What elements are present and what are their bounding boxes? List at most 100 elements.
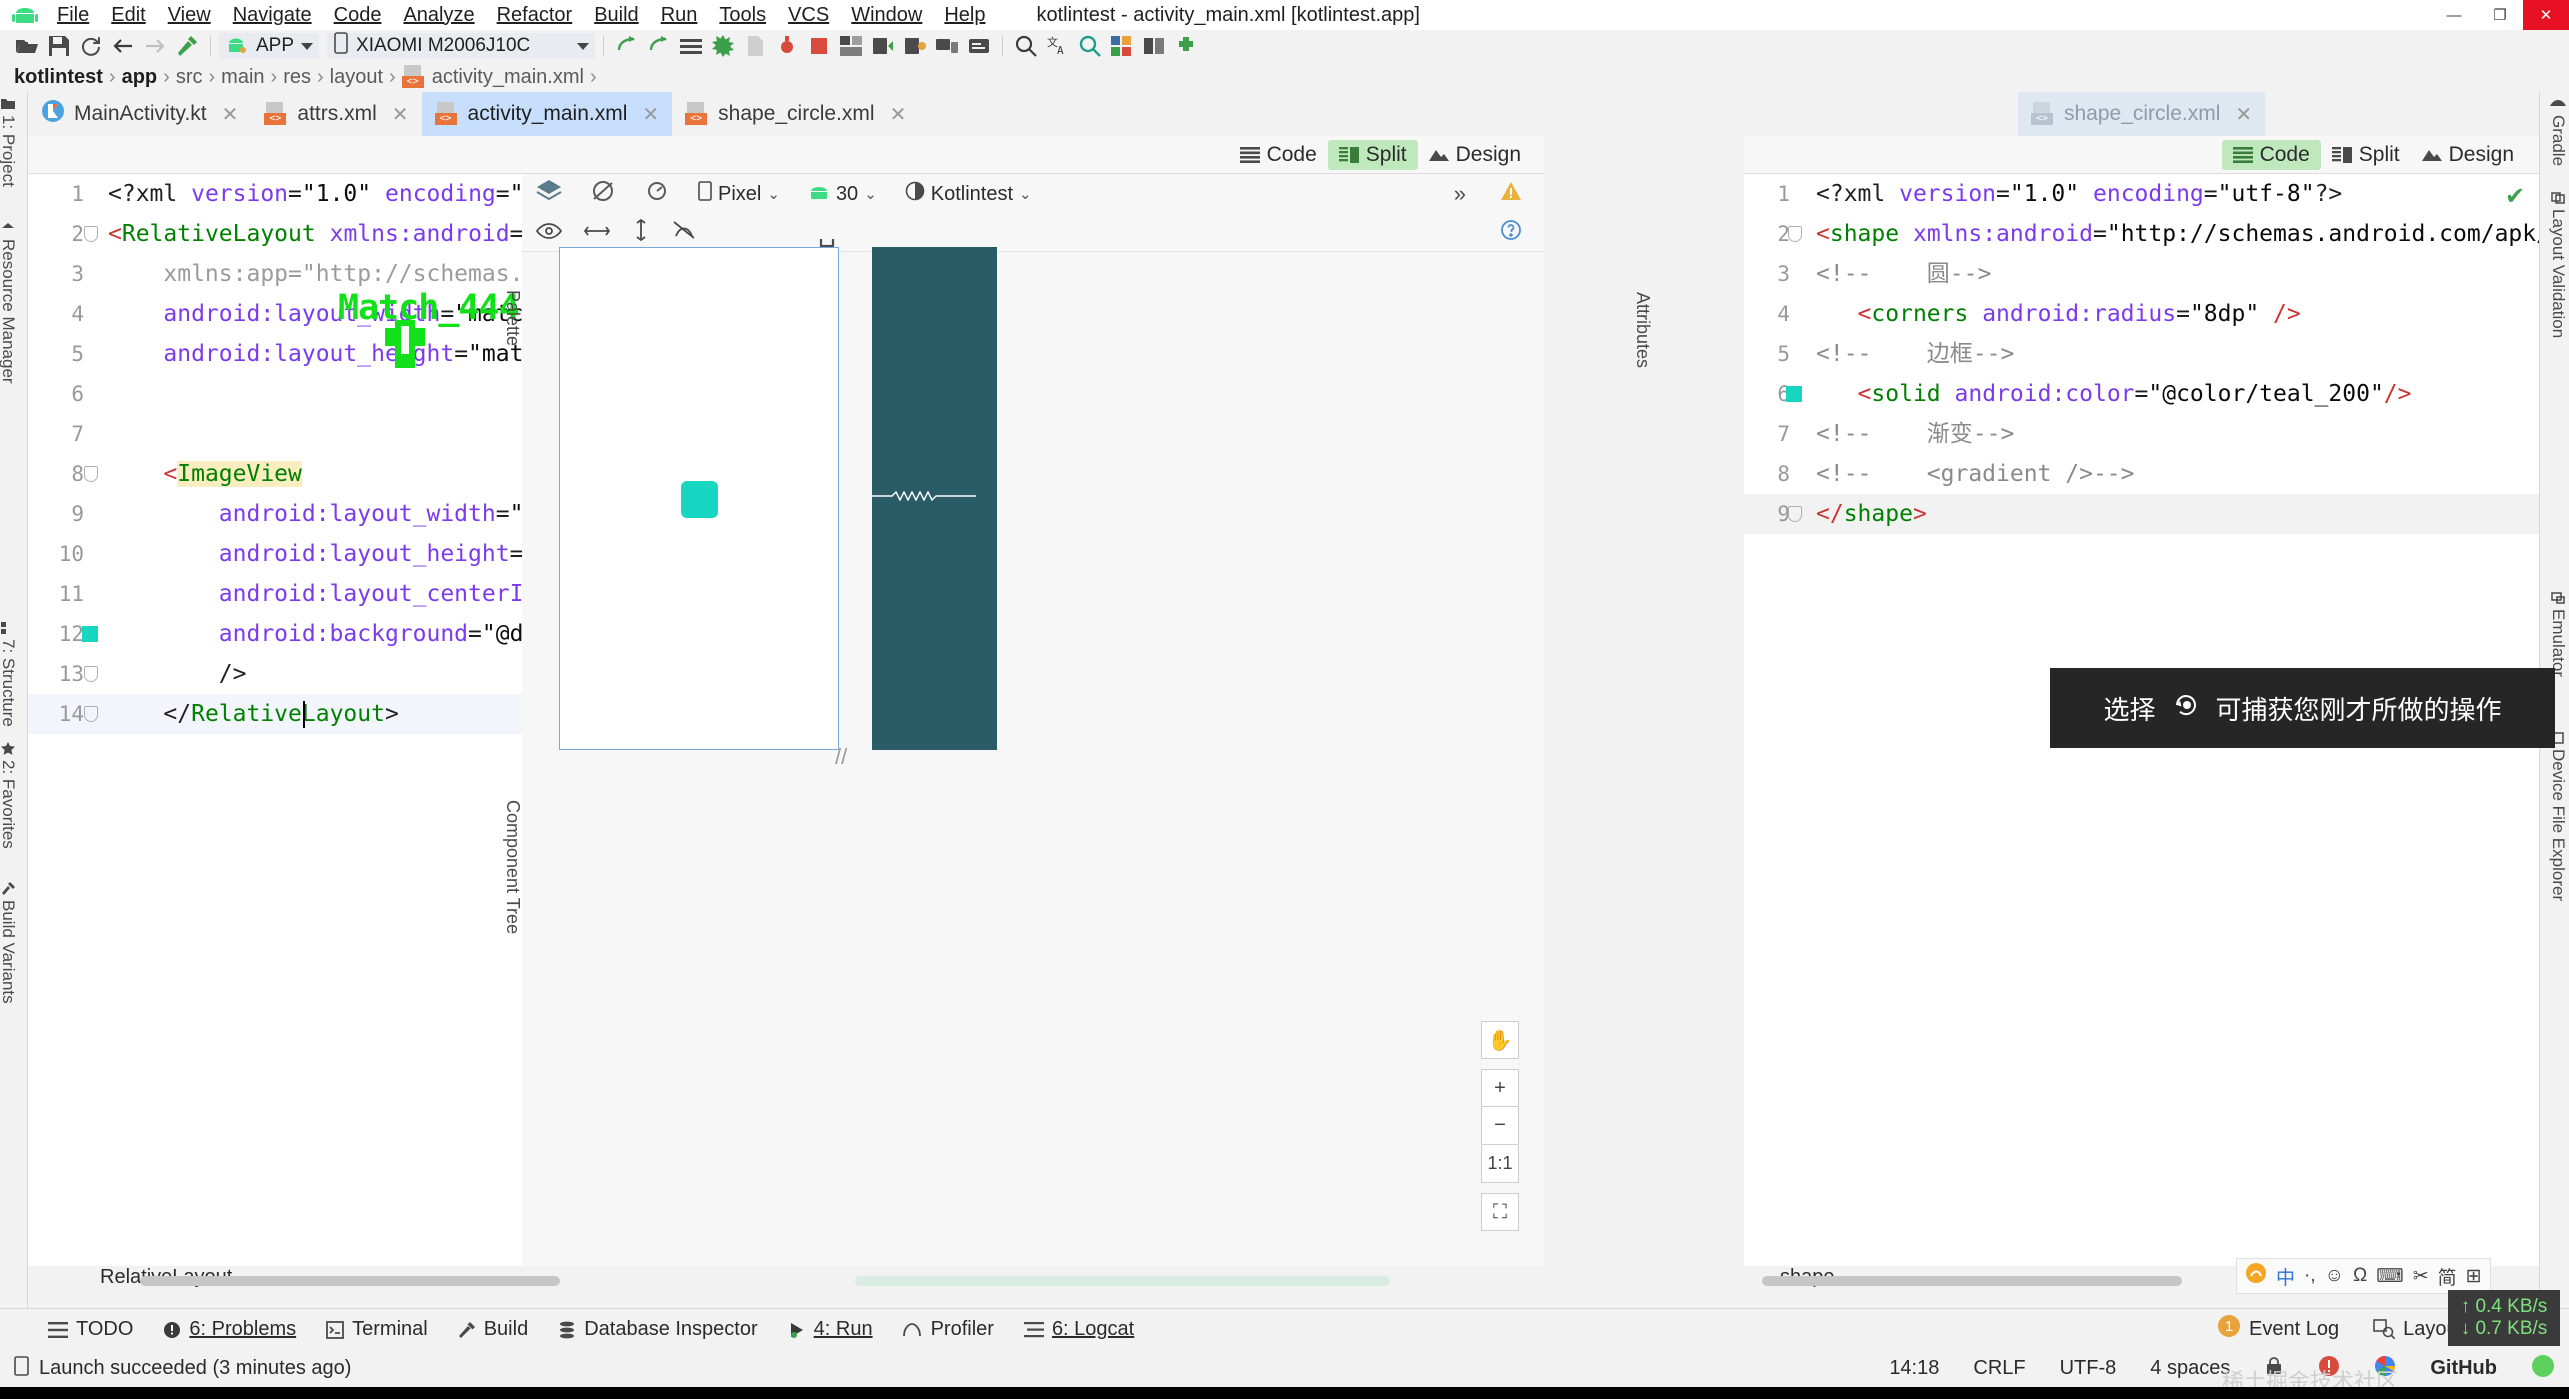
status-line-separator[interactable]: CRLF [1973,1357,2025,1380]
menu-item-run[interactable]: Run [650,1,709,30]
code-line[interactable]: 3 <!-- 圆--> [1744,254,2539,294]
profile-icon[interactable] [740,32,770,60]
sidebar-item-favorites[interactable]: 2: Favorites [0,742,18,849]
device-preview-frame[interactable] [559,247,839,750]
warning-triangle-icon[interactable] [1500,181,1522,207]
code-line[interactable]: 10 android:layout_height="50dp" [28,534,522,574]
mode-button-code[interactable]: Code [1229,140,1328,170]
stop-icon[interactable] [804,32,834,60]
ime-symbol-icon[interactable]: Ω [2353,1265,2367,1287]
ime-keyboard-icon[interactable]: ⌨ [2376,1265,2403,1288]
bottom-item-run[interactable]: 4: Run [788,1318,873,1341]
bottom-item-event-log[interactable]: 1 Event Log [2217,1314,2339,1344]
device-chip[interactable]: Pixel ⌄ [698,181,780,207]
ime-punct[interactable]: ·, [2304,1265,2316,1287]
breadcrumb-item-src[interactable]: src [176,66,203,89]
save-all-icon[interactable] [44,32,74,60]
database-icon[interactable] [1139,32,1169,60]
mode-button-design[interactable]: Design [1418,140,1532,170]
code-line[interactable]: 2 <RelativeLayout xmlns:android="http://s… [28,214,522,254]
layers-icon[interactable] [536,179,562,209]
open-folder-icon[interactable] [12,32,42,60]
menu-item-window[interactable]: Window [840,1,933,30]
sidebar-item-build-variants[interactable]: Build Variants [0,882,18,1004]
ime-simplified-icon[interactable]: 简 [2438,1263,2457,1290]
component-tree-label[interactable]: Component Tree [502,800,523,934]
attributes-label[interactable]: Attributes [1632,292,1653,368]
close-icon[interactable]: ✕ [642,102,659,127]
code-fold-icon[interactable] [84,226,98,242]
attach-debugger-icon[interactable] [772,32,802,60]
palette-label[interactable]: Palette [502,290,523,346]
code-line[interactable]: 6 <solid android:color="@color/teal_200"… [1744,374,2539,414]
ime-emoji-icon[interactable]: ☺ [2325,1265,2344,1287]
horizontal-constraint-icon[interactable] [583,220,611,246]
code-line[interactable]: 4 <corners android:radius="8dp" /> [1744,294,2539,334]
apply-code-changes-icon[interactable] [900,32,930,60]
breadcrumb-item-app[interactable]: app [122,66,158,89]
code-line[interactable]: 2 <shape xmlns:android="http://schemas.an… [1744,214,2539,254]
code-line[interactable]: 8 <ImageView [28,454,522,494]
code-line[interactable]: 1 <?xml version="1.0" encoding="utf-8"?> [1744,174,2539,214]
find-icon[interactable] [1075,32,1105,60]
code-line[interactable]: 9 android:layout_width="50dp" [28,494,522,534]
close-button[interactable]: ✕ [2523,0,2569,30]
chevron-down-icon[interactable]: ⌄ [1019,185,1032,203]
editor-tab-activity-main[interactable]: <> activity_main.xml ✕ [421,92,673,136]
orientation-icon[interactable] [644,179,670,209]
resize-handle[interactable]: // [835,744,847,770]
close-icon[interactable]: ✕ [222,102,239,127]
sidebar-item-project[interactable]: 1: Project [0,98,18,187]
menu-item-view[interactable]: View [157,1,222,30]
sidebar-item-emulator[interactable]: Emulator [2548,592,2568,677]
editor-tab-attrs[interactable]: <> attrs.xml ✕ [251,92,421,136]
mode-button-split-right[interactable]: Split [2321,140,2411,170]
bottom-item-database-inspector[interactable]: Database Inspector [558,1318,758,1341]
left-code-editor[interactable]: 1 <?xml version="1.0" encoding="utf-8"?> 2… [28,174,522,1266]
help-circle-icon[interactable] [1500,219,1522,247]
chevron-down-icon[interactable]: ⌄ [767,185,780,203]
device-selector[interactable]: XIAOMI M2006J10C [327,32,596,59]
ime-mode[interactable]: 中 [2276,1263,2295,1290]
status-encoding[interactable]: UTF-8 [2060,1357,2117,1380]
blueprint-preview-frame[interactable] [872,247,997,750]
bottom-item-build[interactable]: Build [458,1318,528,1341]
code-line[interactable]: 5 android:layout_height="match_parent"> [28,334,522,374]
sidebar-item-gradle[interactable]: Gradle [2548,98,2568,166]
zoom-out-button[interactable]: − [1481,1107,1519,1145]
code-line[interactable]: 6 [28,374,522,414]
code-line[interactable]: 5 <!-- 边框--> [1744,334,2539,374]
left-editor-hscrollbar[interactable] [140,1276,560,1286]
breadcrumb-item-res[interactable]: res [283,66,311,89]
breadcrumb-item-main[interactable]: main [221,66,264,89]
zoom-in-button[interactable]: + [1481,1069,1519,1107]
close-icon[interactable]: ✕ [890,102,907,127]
code-line[interactable]: 11 android:layout_centerInParent="true" [28,574,522,614]
layout-preview-canvas[interactable]: // ✋ + − 1:1 ⛶ [522,239,1544,1266]
build-hammer-icon[interactable] [172,32,202,60]
editor-tab-shape-circle-split[interactable]: <> shape_circle.xml ✕ [2018,92,2266,136]
maximize-button[interactable]: ❐ [2477,0,2523,30]
search-icon[interactable] [1011,32,1041,60]
zoom-actual-size-button[interactable]: 1:1 [1481,1145,1519,1183]
code-line[interactable]: 12 android:background="@drawable/shape_c… [28,614,522,654]
overflow-icon[interactable]: » [1454,181,1466,207]
breadcrumb-item-file[interactable]: activity_main.xml [432,66,584,89]
right-editor-hscrollbar[interactable] [1762,1276,2182,1286]
ime-floating-bar[interactable]: 中 ·, ☺ Ω ⌨ ✂ 简 ⊞ [2236,1258,2491,1294]
imageview-preview[interactable] [681,481,718,518]
debug-icon[interactable] [644,32,674,60]
code-line[interactable]: 1 <?xml version="1.0" encoding="utf-8"?> [28,174,522,214]
logcat-icon[interactable] [964,32,994,60]
layout-inspector-icon[interactable] [836,32,866,60]
translate-icon[interactable]: 文A [1043,32,1073,60]
status-indent[interactable]: 4 spaces [2150,1357,2230,1380]
plugin-icon[interactable] [1171,32,1201,60]
device-manager-icon[interactable] [932,32,962,60]
mode-button-split[interactable]: Split [1327,139,1418,170]
menu-item-build[interactable]: Build [583,1,649,30]
breadcrumb-item-project[interactable]: kotlintest [14,66,103,89]
no-constraint-icon[interactable] [672,220,696,246]
sdk-manager-icon[interactable] [708,32,738,60]
emulator-icon[interactable] [1107,32,1137,60]
